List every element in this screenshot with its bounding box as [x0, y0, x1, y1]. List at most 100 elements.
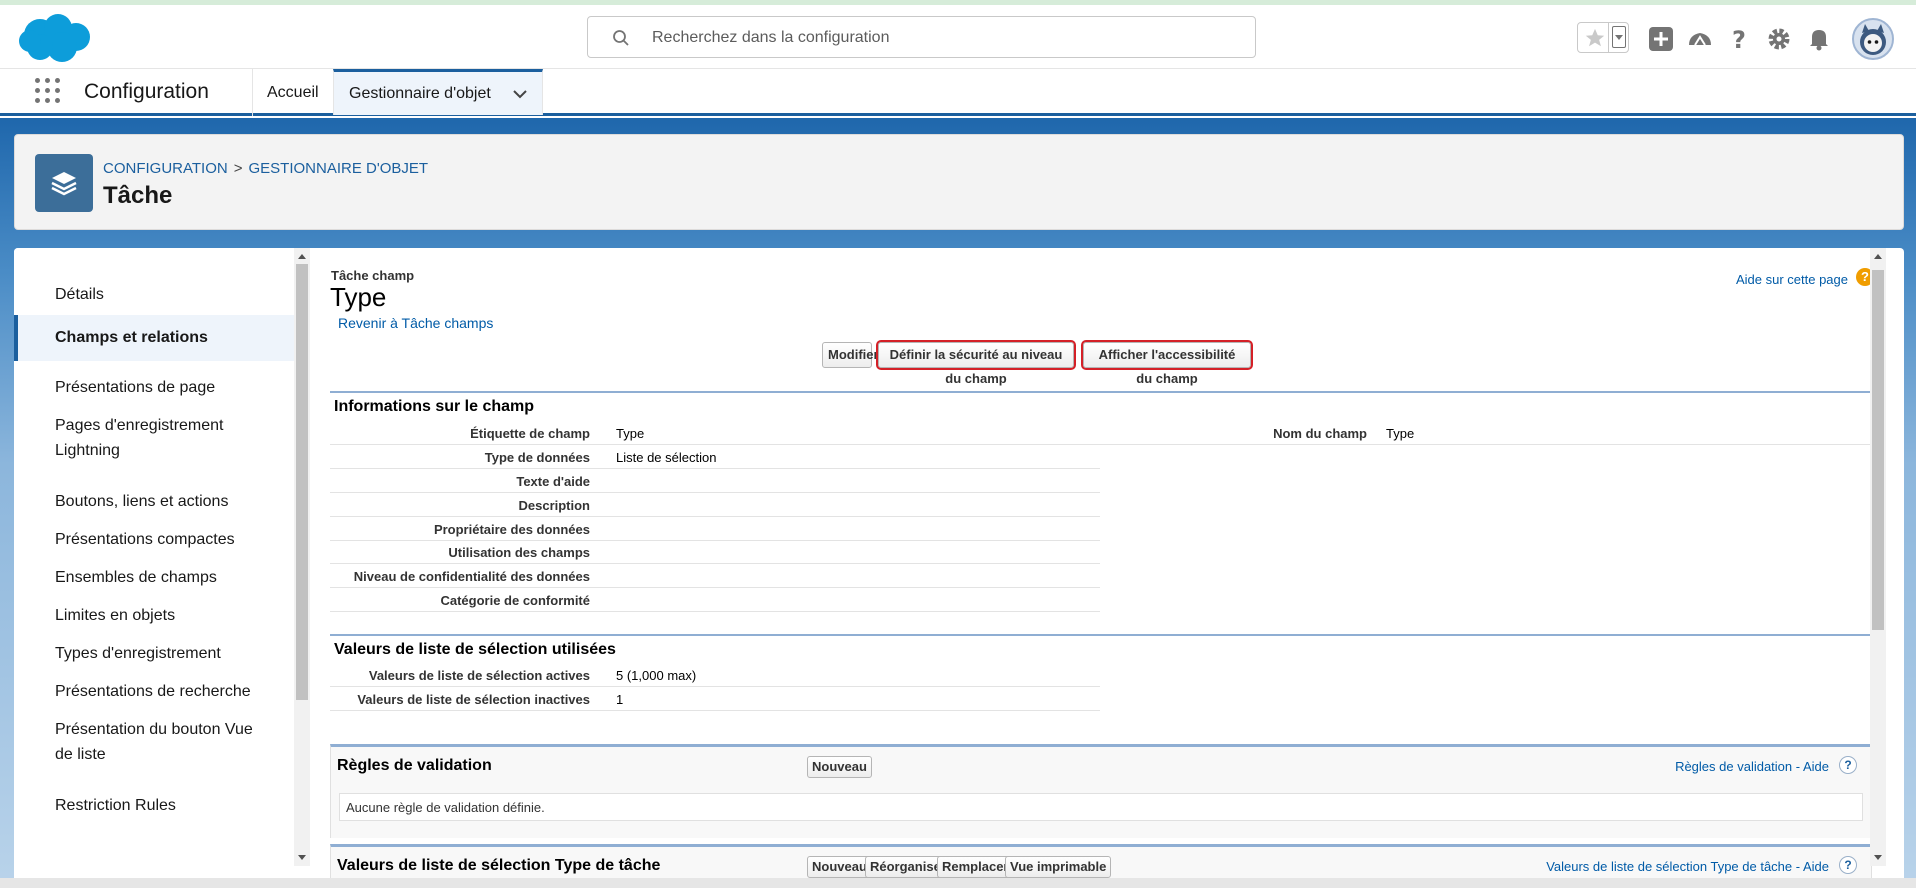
app-navigation: Configuration Accueil Gestionnaire d'obj… — [0, 69, 1916, 116]
avatar[interactable] — [1852, 18, 1894, 60]
help-icon[interactable]: ? — [1839, 756, 1857, 774]
detail-value: Type — [616, 426, 645, 441]
favorites-button[interactable] — [1577, 22, 1629, 53]
chevron-down-icon[interactable] — [1612, 26, 1626, 48]
page-header: CONFIGURATION > GESTIONNAIRE D'OBJET Tâche — [14, 134, 1904, 230]
scroll-up-arrow[interactable] — [1874, 254, 1882, 259]
detail-row: Description — [330, 494, 1100, 517]
help-page-link[interactable]: Aide sur cette page — [1736, 272, 1848, 287]
scroll-down-arrow[interactable] — [298, 855, 306, 860]
detail-row: Propriétaire des données — [330, 518, 1100, 541]
astro-avatar-icon — [1860, 24, 1886, 55]
detail-value: Type — [1386, 426, 1415, 441]
detail-label: Étiquette de champ — [470, 426, 590, 441]
sidebar: Détails Champs et relations Présentation… — [14, 248, 294, 888]
trailhead-icon[interactable] — [1686, 25, 1714, 53]
search-icon — [613, 30, 629, 46]
svg-text:?: ? — [1732, 26, 1746, 53]
breadcrumb-configuration[interactable]: CONFIGURATION — [103, 160, 228, 177]
add-icon[interactable] — [1647, 25, 1675, 53]
sidebar-item-compact-layouts[interactable]: Présentations compactes — [14, 527, 294, 552]
global-header: Recherchez dans la configuration ? — [0, 5, 1916, 69]
bottom-scrollbar[interactable] — [0, 878, 1916, 888]
help-icon[interactable]: ? — [1725, 25, 1753, 53]
breadcrumb-object-manager[interactable]: GESTIONNAIRE D'OBJET — [248, 160, 428, 177]
detail-row: Valeurs de liste de sélection actives 5 … — [330, 664, 1100, 687]
scroll-up-arrow[interactable] — [298, 254, 306, 259]
detail-value: Liste de sélection — [616, 450, 717, 465]
section-divider — [330, 391, 1872, 393]
edit-button[interactable]: Modifier — [822, 342, 879, 368]
sidebar-item-fields-relations[interactable]: Champs et relations — [14, 315, 294, 361]
field-security-button[interactable]: Définir la sécurité au niveau du champ — [876, 340, 1076, 386]
main-card: Détails Champs et relations Présentation… — [14, 248, 1904, 888]
sidebar-item-buttons-links-actions[interactable]: Boutons, liens et actions — [14, 489, 294, 514]
field-accessibility-button[interactable]: Afficher l'accessibilité du champ — [1081, 340, 1253, 386]
replace-button[interactable]: Remplacer — [937, 856, 1014, 878]
validation-rules-title: Règles de validation — [337, 757, 492, 774]
detail-row: Utilisation des champs — [330, 541, 1100, 564]
content-scroll-thumb[interactable] — [1872, 270, 1884, 630]
detail-row: Niveau de confidentialité des données — [330, 565, 1100, 588]
field-info-title: Informations sur le champ — [334, 398, 535, 415]
content-frame: Tâche champ Type Revenir à Tâche champs … — [312, 248, 1884, 888]
sidebar-item-details[interactable]: Détails — [14, 282, 294, 307]
detail-row: Nom du champ Type — [1100, 422, 1872, 445]
app-launcher-icon[interactable] — [35, 78, 63, 106]
sidebar-item-record-types[interactable]: Types d'enregistrement — [14, 641, 294, 666]
nav-divider — [252, 69, 253, 116]
button-bar: Modifier Définir la sécurité au niveau d… — [312, 340, 1884, 386]
detail-label: Nom du champ — [1273, 426, 1367, 441]
detail-row: Type de données Liste de sélection — [330, 446, 1100, 469]
sidebar-scroll-thumb[interactable] — [296, 264, 308, 700]
scroll-down-arrow[interactable] — [1874, 855, 1882, 860]
favorites-divider — [1608, 23, 1609, 52]
breadcrumb-separator: > — [233, 160, 243, 177]
new-picklist-value-button[interactable]: Nouveau — [807, 856, 872, 878]
sidebar-item-search-layouts[interactable]: Présentations de recherche — [14, 679, 294, 704]
detail-label: Type de données — [484, 450, 590, 465]
detail-row: Valeurs de liste de sélection inactives … — [330, 688, 1100, 711]
object-field-label: Tâche champ — [331, 268, 415, 283]
tab-object-manager-label: Gestionnaire d'objet — [349, 85, 491, 102]
breadcrumb: CONFIGURATION > GESTIONNAIRE D'OBJET — [103, 160, 428, 177]
sidebar-item-lightning-pages[interactable]: Pages d'enregistrement Lightning — [14, 413, 264, 463]
chevron-down-icon[interactable] — [512, 88, 528, 100]
detail-value: 5 (1,000 max) — [616, 668, 697, 683]
detail-row: Étiquette de champ Type — [330, 422, 1100, 445]
picklist-used-title: Valeurs de liste de sélection utilisées — [334, 641, 616, 658]
validation-empty-message: Aucune règle de validation définie. — [339, 793, 1863, 821]
search-input[interactable]: Recherchez dans la configuration — [652, 29, 889, 47]
detail-value: 1 — [616, 692, 624, 707]
sidebar-item-list-view-button-layout[interactable]: Présentation du bouton Vue de liste — [14, 717, 264, 767]
cloud-logo[interactable] — [18, 13, 92, 65]
detail-label: Utilisation des champs — [448, 545, 590, 560]
detail-label: Valeurs de liste de sélection inactives — [357, 692, 590, 707]
detail-label: Propriétaire des données — [433, 522, 590, 537]
star-icon[interactable] — [1584, 27, 1606, 49]
sidebar-item-restriction-rules[interactable]: Restriction Rules — [14, 793, 294, 818]
validation-help-link[interactable]: Règles de validation - Aide — [1675, 759, 1829, 774]
search-box[interactable]: Recherchez dans la configuration — [587, 16, 1256, 58]
back-link[interactable]: Revenir à Tâche champs — [338, 315, 493, 331]
picklist-values-help-link[interactable]: Valeurs de liste de sélection Type de tâ… — [1546, 859, 1829, 874]
sidebar-item-field-sets[interactable]: Ensembles de champs — [14, 565, 294, 590]
gear-icon[interactable] — [1765, 25, 1793, 53]
detail-label: Texte d'aide — [516, 474, 590, 489]
sidebar-scrollbar[interactable] — [294, 248, 310, 866]
sidebar-item-page-layouts[interactable]: Présentations de page — [14, 375, 294, 400]
tab-object-manager[interactable]: Gestionnaire d'objet — [333, 69, 543, 115]
picklist-values-title: Valeurs de liste de sélection Type de tâ… — [337, 857, 661, 874]
new-validation-rule-button[interactable]: Nouveau — [807, 756, 872, 778]
app-name: Configuration — [84, 80, 209, 103]
printable-view-button[interactable]: Vue imprimable — [1005, 856, 1112, 878]
content-scrollbar[interactable] — [1870, 248, 1886, 866]
help-icon[interactable]: ? — [1839, 856, 1857, 874]
sidebar-item-object-limits[interactable]: Limites en objets — [14, 603, 294, 628]
bell-icon[interactable] — [1805, 25, 1833, 53]
detail-label: Niveau de confidentialité des données — [353, 569, 590, 584]
tab-accueil[interactable]: Accueil — [267, 84, 319, 102]
validation-rules-list: Règles de validation Nouveau Règles de v… — [330, 744, 1872, 838]
field-title: Type — [330, 282, 387, 312]
detail-label: Catégorie de conformité — [440, 593, 590, 608]
